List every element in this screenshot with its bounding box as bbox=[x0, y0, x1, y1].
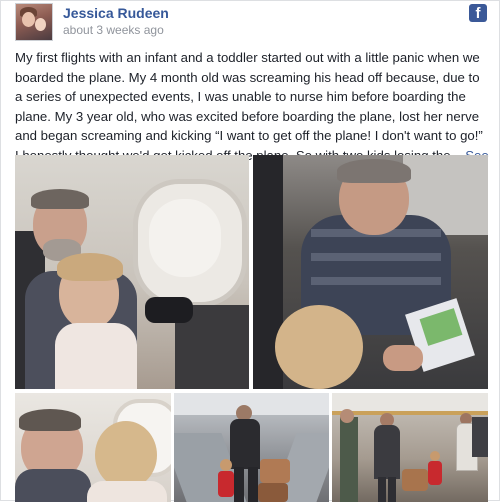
post-text: My first flights with an infant and a to… bbox=[15, 50, 483, 163]
facebook-post-card: Jessica Rudeen about 3 weeks ago f My fi… bbox=[0, 0, 500, 502]
photo-3[interactable] bbox=[15, 393, 171, 502]
photo-grid bbox=[15, 155, 488, 502]
post-header: Jessica Rudeen about 3 weeks ago f bbox=[15, 3, 487, 41]
photo-4[interactable] bbox=[174, 393, 329, 502]
author-avatar[interactable] bbox=[15, 3, 53, 41]
photo-2[interactable] bbox=[253, 155, 488, 389]
photo-1[interactable] bbox=[15, 155, 249, 389]
photo-5[interactable] bbox=[332, 393, 488, 502]
author-name-link[interactable]: Jessica Rudeen bbox=[63, 5, 169, 21]
post-timestamp-link[interactable]: about 3 weeks ago bbox=[63, 23, 164, 37]
facebook-icon[interactable]: f bbox=[469, 4, 487, 22]
